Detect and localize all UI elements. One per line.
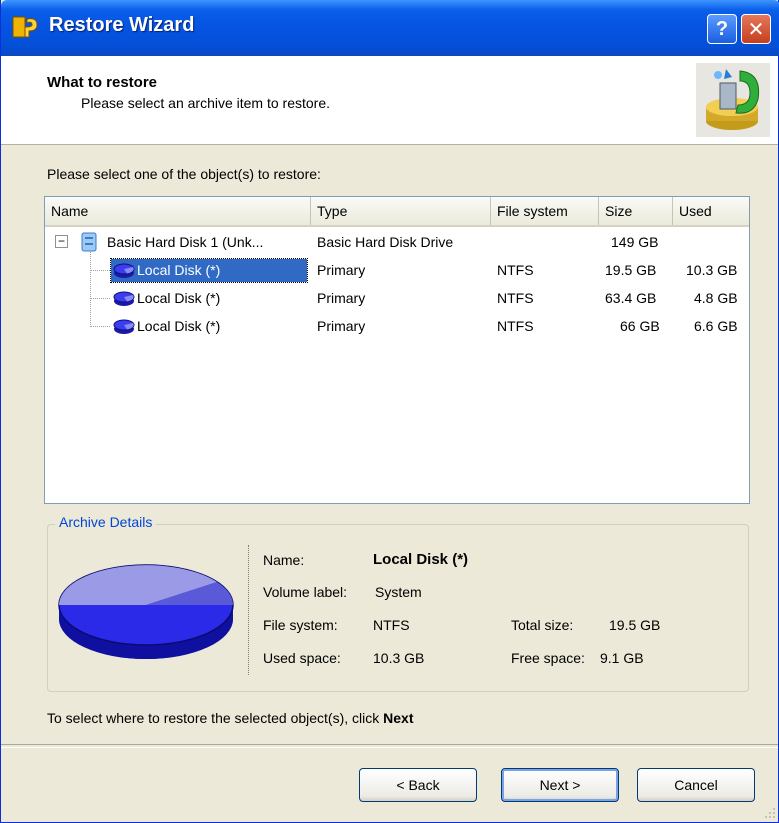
row-used: 4.8 GB — [694, 290, 738, 306]
window-title: Restore Wizard — [49, 14, 195, 36]
next-button[interactable]: Next > — [501, 768, 619, 802]
column-header-file-system[interactable]: File system — [491, 197, 599, 225]
hard-disk-icon — [81, 232, 97, 252]
disk-usage-pie-icon — [58, 564, 234, 659]
list-header: Name Type File system Size Used — [45, 197, 749, 227]
help-button[interactable]: ? — [707, 14, 737, 44]
column-header-name[interactable]: Name — [45, 197, 311, 225]
cancel-button[interactable]: Cancel — [637, 768, 755, 802]
footer-divider — [1, 744, 778, 748]
next-instruction: To select where to restore the selected … — [47, 710, 414, 726]
restore-wizard-window: Restore Wizard ? ✕ What to restore Pleas… — [0, 0, 779, 823]
column-header-used[interactable]: Used — [673, 197, 749, 225]
row-used: 10.3 GB — [686, 262, 738, 278]
list-row-local-disk[interactable]: Local Disk (*) Primary NTFS 63.4 GB 4.8 … — [45, 285, 749, 313]
row-type: Primary — [317, 262, 366, 278]
column-header-type[interactable]: Type — [311, 197, 491, 225]
next-instruction-text: To select where to restore the selected … — [47, 710, 384, 726]
row-name: Basic Hard Disk 1 (Unk... — [107, 234, 264, 250]
select-instruction: Please select one of the object(s) to re… — [47, 166, 321, 182]
partition-icon — [113, 319, 135, 334]
row-name: Local Disk (*) — [137, 262, 221, 278]
close-icon: ✕ — [747, 18, 765, 41]
wizard-header: What to restore Please select an archive… — [1, 56, 778, 145]
row-name: Local Disk (*) — [137, 290, 221, 306]
list-row-local-disk[interactable]: Local Disk (*) Primary NTFS 19.5 GB 10.3… — [45, 257, 749, 285]
row-type: Primary — [317, 290, 366, 306]
partition-icon — [113, 263, 135, 278]
row-type: Primary — [317, 318, 366, 334]
list-row-hard-disk[interactable]: − Basic Hard Disk 1 (Unk... Basic Hard D… — [45, 229, 749, 257]
row-name: Local Disk (*) — [137, 318, 221, 334]
minus-icon: − — [57, 234, 65, 248]
next-instruction-bold: Next — [383, 710, 414, 726]
row-file-system: NTFS — [497, 290, 534, 306]
details-separator — [248, 545, 250, 675]
detail-fs-label: File system: — [263, 617, 338, 633]
detail-used-value: 10.3 GB — [373, 650, 425, 666]
restore-wizard-icon — [696, 63, 770, 137]
close-button[interactable]: ✕ — [741, 14, 771, 44]
detail-free-value: 9.1 GB — [600, 650, 644, 666]
row-type: Basic Hard Disk Drive — [317, 234, 454, 250]
title-bar[interactable]: Restore Wizard ? ✕ — [1, 0, 779, 56]
row-size: 63.4 GB — [605, 290, 657, 306]
detail-free-label: Free space: — [511, 650, 585, 666]
detail-total-value: 19.5 GB — [609, 617, 661, 633]
page-subtitle: Please select an archive item to restore… — [81, 95, 331, 111]
list-row-local-disk[interactable]: Local Disk (*) Primary NTFS 66 GB 6.6 GB — [45, 313, 749, 341]
detail-name-value: Local Disk (*) — [373, 551, 469, 568]
row-size: 66 GB — [620, 318, 660, 334]
page-title: What to restore — [47, 74, 158, 91]
partition-icon — [113, 291, 135, 306]
detail-fs-value: NTFS — [373, 617, 410, 633]
resize-grip-icon[interactable] — [763, 806, 777, 820]
detail-used-label: Used space: — [263, 650, 341, 666]
detail-total-label: Total size: — [511, 617, 574, 633]
row-file-system: NTFS — [497, 318, 534, 334]
detail-volume-value: System — [375, 584, 422, 600]
row-file-system: NTFS — [497, 262, 534, 278]
back-button[interactable]: < Back — [359, 768, 477, 802]
row-size: 19.5 GB — [605, 262, 657, 278]
row-used: 6.6 GB — [694, 318, 738, 334]
column-header-size[interactable]: Size — [599, 197, 673, 225]
object-list[interactable]: Name Type File system Size Used − Basic … — [44, 196, 750, 504]
collapse-toggle[interactable]: − — [55, 235, 68, 248]
wizard-app-icon — [12, 16, 38, 38]
help-icon: ? — [715, 17, 729, 40]
detail-name-label: Name: — [263, 552, 305, 568]
detail-volume-label: Volume label: — [263, 584, 348, 600]
archive-details-legend: Archive Details — [55, 514, 157, 530]
row-size: 149 GB — [611, 234, 659, 250]
